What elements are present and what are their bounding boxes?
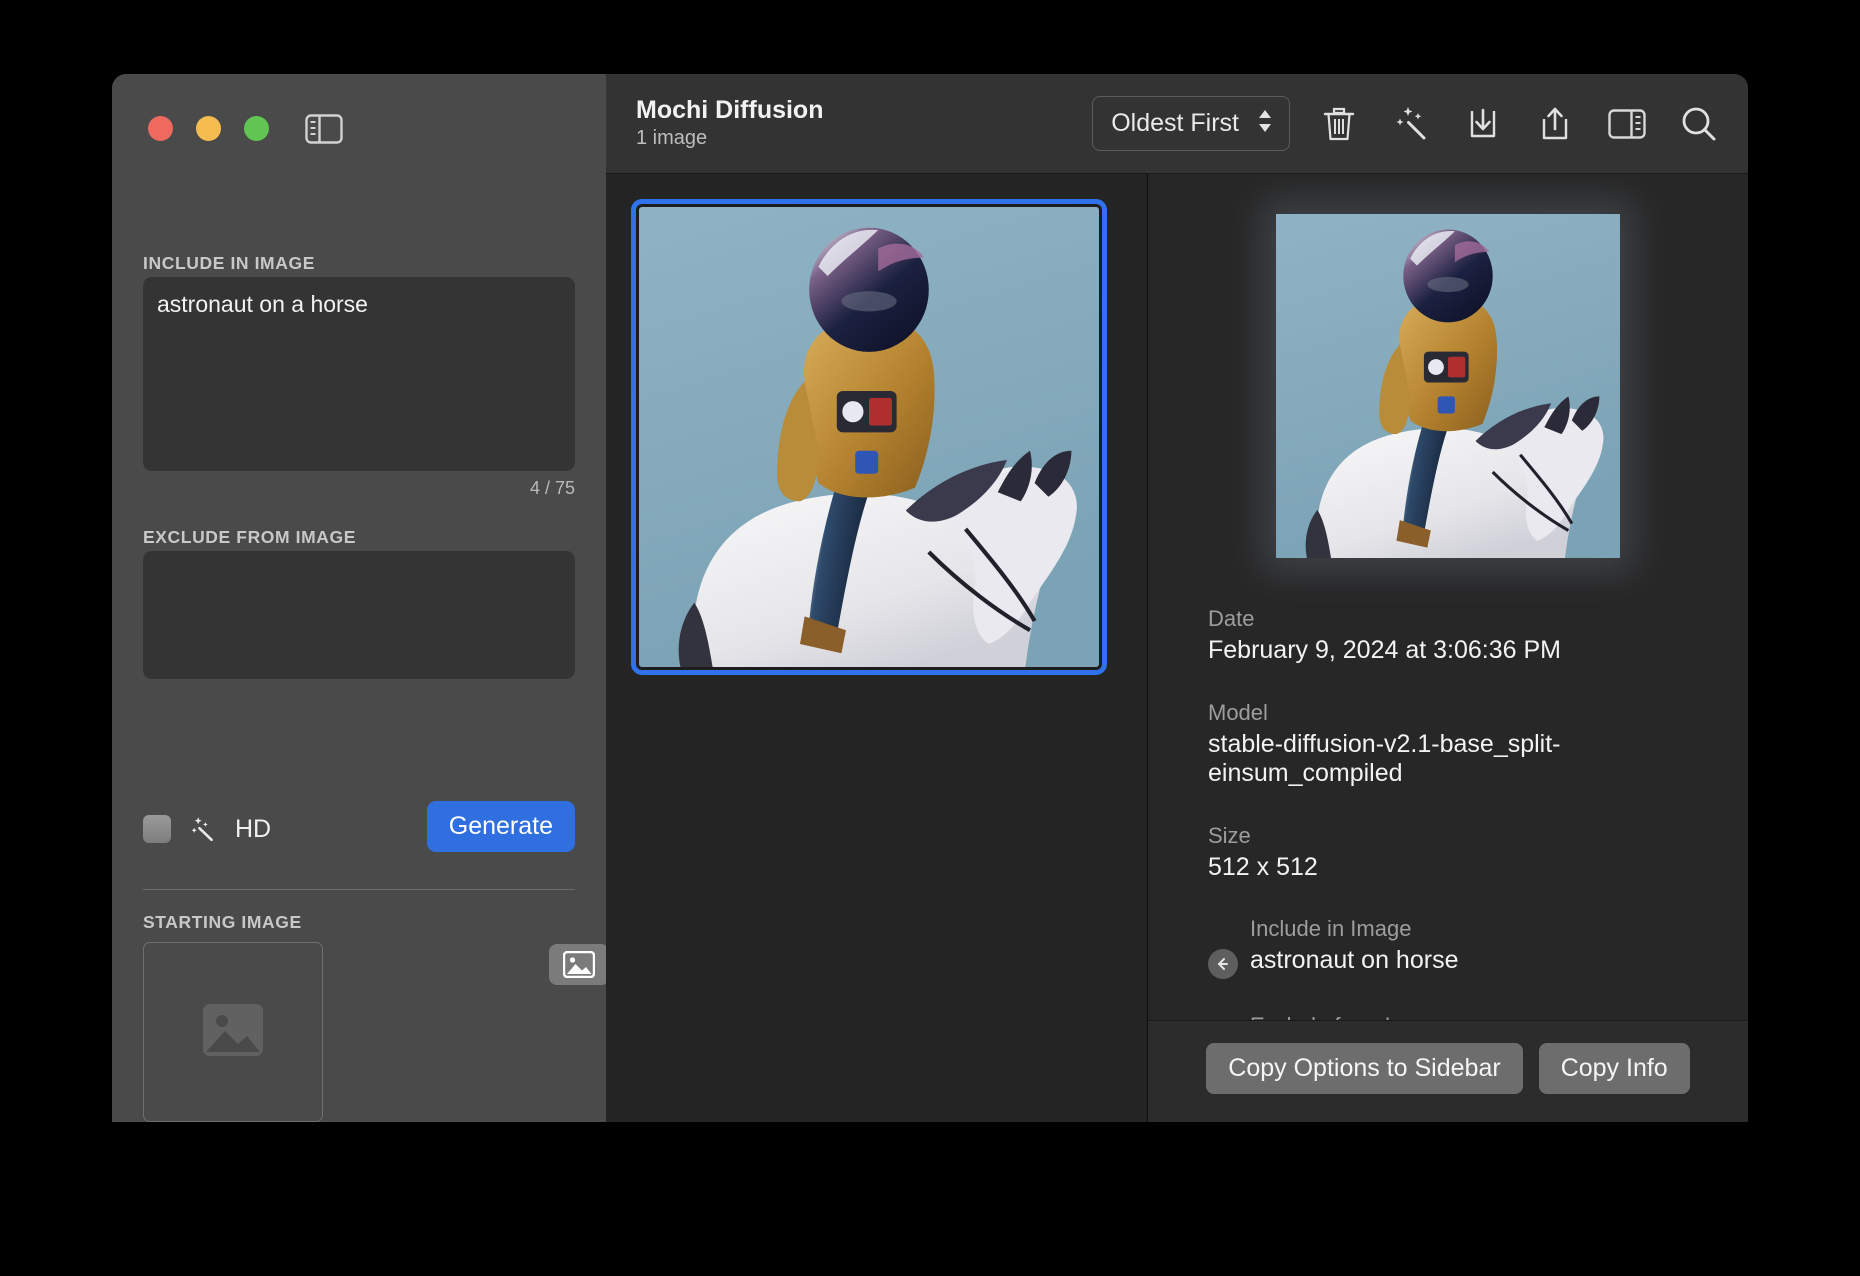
hd-row: HD Generate	[143, 801, 575, 857]
info-group-include: Include in Image astronaut on horse	[1208, 916, 1688, 979]
info-group-date: Date February 9, 2024 at 3:06:36 PM	[1208, 606, 1688, 666]
info-value: stable-diffusion-v2.1-base_split-einsum_…	[1208, 729, 1561, 788]
share-icon[interactable]	[1532, 101, 1578, 147]
app-window: INCLUDE IN IMAGE 4 / 75 EXCLUDE FROM IMA…	[112, 74, 1748, 1122]
generated-image-thumbnail	[639, 207, 1099, 667]
character-counter: 4 / 75	[529, 478, 575, 498]
gallery-item-selected[interactable]	[631, 199, 1107, 675]
include-in-image-input[interactable]	[143, 277, 575, 471]
download-icon[interactable]	[1460, 101, 1506, 147]
generated-image-preview[interactable]	[1276, 214, 1620, 558]
pick-starting-image-button[interactable]	[549, 944, 609, 985]
sparkle-wand-icon	[187, 814, 217, 844]
sidebar-divider	[143, 889, 575, 890]
search-icon[interactable]	[1676, 101, 1722, 147]
maximize-window-button[interactable]	[244, 116, 269, 141]
sort-order-value: Oldest First	[1111, 109, 1239, 137]
trash-icon[interactable]	[1316, 101, 1362, 147]
include-in-image-label: INCLUDE IN IMAGE	[143, 253, 315, 273]
content-row: Date February 9, 2024 at 3:06:36 PM Mode…	[606, 174, 1748, 1122]
image-count-label: 1 image	[636, 126, 708, 149]
info-key: Model	[1208, 699, 1268, 725]
info-group-size: Size 512 x 512	[1208, 823, 1688, 883]
info-key: Date	[1208, 606, 1255, 631]
toolbar: Mochi Diffusion 1 image Oldest First	[606, 74, 1748, 174]
toolbar-controls: Oldest First	[1092, 96, 1722, 151]
sidebar-toggle-icon[interactable]	[305, 113, 343, 145]
info-value: 512 x 512	[1208, 852, 1318, 881]
main-area: Mochi Diffusion 1 image Oldest First Dat…	[606, 74, 1748, 1122]
minimize-window-button[interactable]	[196, 116, 221, 141]
exclude-from-image-input[interactable]	[143, 551, 575, 679]
arrow-left-circle-icon[interactable]	[1208, 949, 1238, 979]
chevron-up-down-icon	[1255, 106, 1275, 141]
copy-options-to-sidebar-button[interactable]: Copy Options to Sidebar	[1206, 1043, 1523, 1094]
info-value: February 9, 2024 at 3:06:36 PM	[1208, 636, 1561, 664]
info-group-exclude: Exclude from Image	[1208, 1013, 1688, 1020]
toolbar-titles: Mochi Diffusion 1 image	[636, 96, 823, 151]
gallery-grid	[606, 174, 1148, 1122]
preview-wrap	[1208, 214, 1688, 558]
copy-info-button[interactable]: Copy Info	[1538, 1043, 1690, 1094]
inspector-scroll-area: Date February 9, 2024 at 3:06:36 PM Mode…	[1148, 174, 1748, 1020]
photo-placeholder-icon	[202, 1003, 264, 1062]
starting-image-drop-well[interactable]	[143, 942, 323, 1122]
inspector-toggle-icon[interactable]	[1604, 101, 1650, 147]
info-value: astronaut on horse	[1250, 946, 1459, 974]
traffic-lights	[112, 74, 606, 141]
hd-label: HD	[235, 814, 272, 843]
page-title: Mochi Diffusion	[636, 96, 824, 125]
info-group-model: Model stable-diffusion-v2.1-base_split-e…	[1208, 700, 1688, 789]
generate-button[interactable]: Generate	[426, 801, 575, 852]
inspector-footer: Copy Options to Sidebar Copy Info	[1148, 1020, 1748, 1122]
info-key: Include in Image	[1250, 916, 1412, 941]
sidebar: INCLUDE IN IMAGE 4 / 75 EXCLUDE FROM IMA…	[112, 74, 688, 1122]
info-key: Size	[1208, 822, 1251, 848]
starting-image-label: STARTING IMAGE	[143, 912, 302, 932]
exclude-from-image-label: EXCLUDE FROM IMAGE	[143, 527, 357, 547]
hd-checkbox[interactable]	[143, 815, 171, 843]
magic-wand-icon[interactable]	[1388, 101, 1434, 147]
inspector-panel: Date February 9, 2024 at 3:06:36 PM Mode…	[1148, 174, 1748, 1122]
info-key: Exclude from Image	[1208, 1013, 1688, 1020]
close-window-button[interactable]	[148, 116, 173, 141]
sort-order-select[interactable]: Oldest First	[1092, 96, 1290, 151]
